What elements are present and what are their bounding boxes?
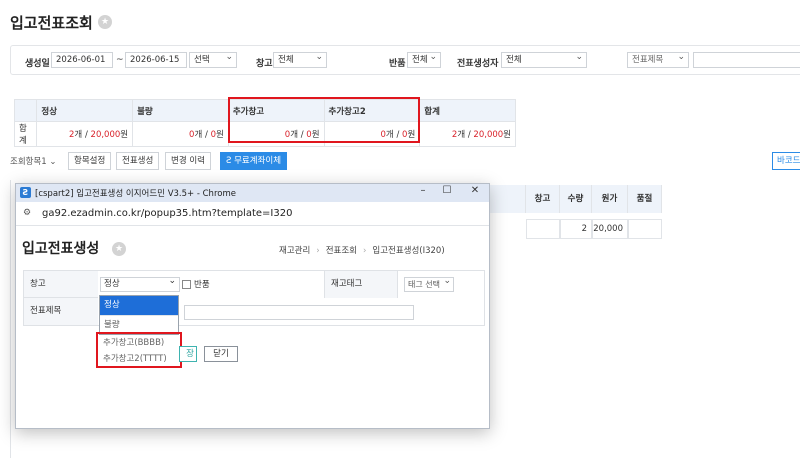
breadcrumb-item: 입고전표생성(I320) — [372, 246, 445, 256]
grid-header-warehouse: 창고 — [526, 185, 560, 213]
chevron-right-icon: › — [362, 246, 367, 256]
title-filter-input[interactable] — [693, 52, 800, 68]
slip-form: 창고 정상 반품 재고태그 태그 선택 전표제목 — [23, 270, 485, 326]
date-from-input[interactable]: 2026-06-01 — [51, 52, 113, 68]
warehouse-select[interactable]: 전체 — [273, 50, 327, 68]
change-history-button[interactable]: 변경 이력 — [165, 152, 211, 170]
warehouse-label: 창고 — [24, 271, 98, 298]
summary-header: 합계 — [419, 99, 516, 122]
title-input[interactable] — [184, 305, 414, 320]
page-title: 입고전표조회 — [10, 14, 93, 32]
summary-cell: 0개 / 0원 — [132, 121, 229, 147]
app-logo-icon: Ƨ — [20, 187, 31, 198]
popup-title: 입고전표생성 — [22, 241, 100, 257]
highlight-box-summary — [228, 97, 420, 143]
breadcrumb-item[interactable]: 전표조회 — [326, 246, 357, 256]
address-bar[interactable]: ⚙ ga92.ezadmin.co.kr/popup35.htm?templat… — [16, 202, 489, 226]
maximize-icon[interactable]: ☐ — [440, 185, 454, 196]
grid-left-border — [10, 180, 11, 458]
summary-header — [13, 99, 38, 122]
creator-select[interactable]: 전체 — [501, 50, 587, 68]
return-label: 반품 — [194, 280, 210, 290]
highlight-box-options — [96, 332, 182, 368]
tag-select[interactable]: 태그 선택 — [404, 275, 454, 292]
window-titlebar: Ƨ [cspart2] 입고전표생성 이지어드민 V3.5+ - Chrome … — [16, 184, 489, 202]
filter-panel: 생성일 2026-06-01 ~ 2026-06-15 선택 창고 전체 반품 … — [10, 45, 800, 75]
date-to-input[interactable]: 2026-06-15 — [125, 52, 187, 68]
site-settings-icon[interactable]: ⚙ — [23, 208, 31, 218]
view-items-select[interactable]: 조회항목1 ⌄ — [10, 155, 57, 167]
star-icon[interactable]: ★ — [112, 242, 126, 256]
warehouse-label: 창고 — [256, 59, 273, 69]
barcode-button[interactable]: 바코드 — [772, 152, 800, 170]
free-trial-button[interactable]: Ƨ 무료계좌이체 — [220, 152, 288, 170]
grid-cell-warehouse — [526, 219, 560, 239]
warehouse-dropdown: 정상 불량 — [99, 295, 179, 335]
grid-cell-soldout — [628, 219, 662, 239]
return-label: 반품 — [389, 59, 406, 69]
summary-header: 정상 — [36, 99, 134, 122]
date-separator: ~ — [116, 55, 124, 65]
summary-row-label: 합계 — [13, 121, 38, 147]
date-label: 생성일 — [25, 59, 50, 69]
chevron-right-icon: › — [316, 246, 320, 256]
return-select[interactable]: 전체 — [407, 50, 441, 68]
grid-cell-cost: 20,000 — [592, 219, 628, 239]
summary-header: 불량 — [132, 99, 229, 122]
star-icon[interactable]: ★ — [98, 15, 112, 29]
warehouse-select[interactable]: 정상 — [100, 275, 180, 292]
summary-cell: 2개 / 20,000원 — [36, 121, 134, 147]
url-text[interactable]: ga92.ezadmin.co.kr/popup35.htm?template=… — [42, 208, 292, 219]
transfer-icon: Ƨ — [226, 156, 235, 166]
creator-label: 전표생성자 — [457, 59, 499, 69]
grid-cell-qty: 2 — [560, 219, 592, 239]
tag-label: 재고태그 — [324, 271, 398, 298]
grid-header-qty: 수량 — [560, 185, 592, 213]
minimize-icon[interactable]: – — [416, 185, 430, 196]
save-button[interactable]: 장 — [179, 346, 197, 362]
create-slip-button[interactable]: 전표생성 — [116, 152, 160, 170]
breadcrumb: 재고관리 › 전표조회 › 입고전표생성(I320) — [279, 244, 445, 256]
date-preset-select[interactable]: 선택 — [189, 50, 237, 68]
breadcrumb-item[interactable]: 재고관리 — [279, 246, 310, 256]
return-checkbox[interactable] — [182, 280, 191, 289]
title-label: 전표제목 — [24, 298, 98, 325]
grid-header-soldout: 품절 — [628, 185, 662, 213]
close-button[interactable]: 닫기 — [204, 346, 238, 362]
item-settings-button[interactable]: 항목설정 — [68, 152, 112, 170]
dropdown-option[interactable]: 정상 — [100, 296, 178, 315]
grid-spacer — [488, 185, 526, 213]
summary-cell: 2개 / 20,000원 — [419, 121, 516, 147]
title-filter-select[interactable]: 전표제목 — [627, 50, 689, 68]
grid-header-cost: 원가 — [592, 185, 628, 213]
popup-window: Ƨ [cspart2] 입고전표생성 이지어드민 V3.5+ - Chrome … — [15, 183, 490, 429]
close-icon[interactable]: ✕ — [468, 185, 482, 196]
window-title: [cspart2] 입고전표생성 이지어드민 V3.5+ - Chrome — [35, 189, 236, 199]
